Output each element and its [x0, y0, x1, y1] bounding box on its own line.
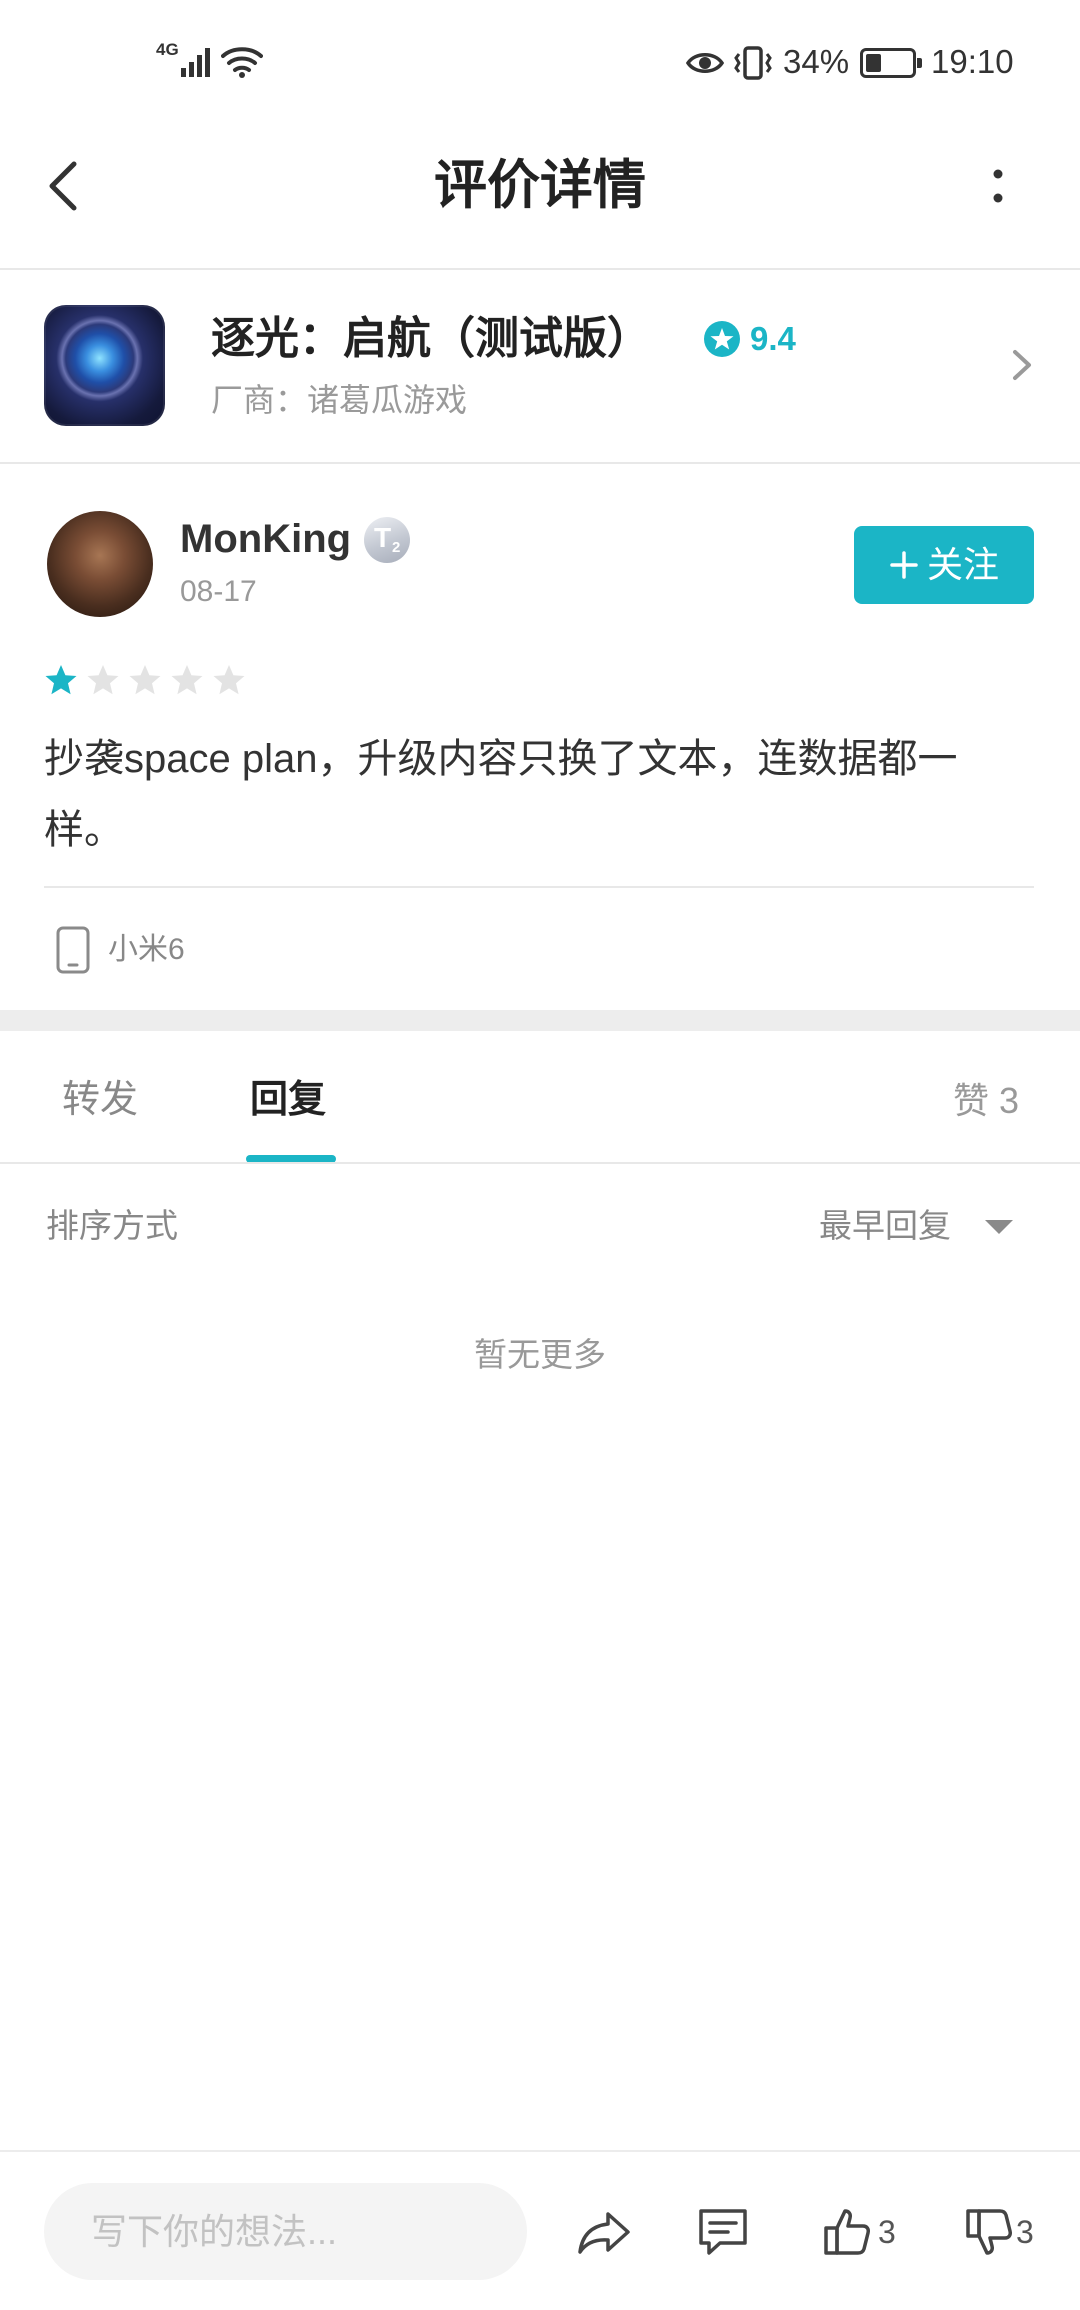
- section-separator: [0, 1010, 1080, 1031]
- avatar[interactable]: [47, 511, 153, 617]
- battery-icon: [860, 48, 922, 78]
- rating-star-filled-icon: [45, 665, 77, 695]
- app-name[interactable]: 逐光：启航（测试版）: [211, 312, 651, 366]
- likes-summary[interactable]: 赞 3: [953, 1080, 1019, 1122]
- rating-star-empty-icon: [171, 665, 203, 695]
- rating-star-empty-icon: [129, 665, 161, 695]
- clock: 19:10: [931, 43, 1014, 80]
- comment-icon[interactable]: [696, 2206, 750, 2258]
- follow-label: 关注: [926, 544, 999, 585]
- app-row-divider: [0, 462, 1080, 464]
- review-text: 抄袭space plan，升级内容只换了文本，连数据都一样。: [44, 737, 958, 852]
- app-vendor: 厂商：诸葛瓜游戏: [211, 382, 468, 418]
- app-rating: 9.4: [750, 320, 796, 357]
- review-divider: [44, 886, 1034, 888]
- sort-dropdown[interactable]: 最早回复: [819, 1206, 951, 1246]
- thumbs-down-icon[interactable]: [964, 2206, 1014, 2258]
- comment-input[interactable]: [44, 2183, 527, 2280]
- battery-fill: [866, 54, 881, 72]
- rating-star-empty-icon: [213, 665, 245, 695]
- level-badge-icon: T 2: [364, 517, 410, 563]
- tabs-divider: [0, 1162, 1080, 1164]
- rating-star-empty-icon: [87, 665, 119, 695]
- vibrate-icon: [734, 46, 772, 80]
- app-icon[interactable]: [44, 305, 165, 426]
- like-count: 3: [878, 2214, 896, 2250]
- plus-icon: [890, 551, 918, 579]
- tab-forward[interactable]: 转发: [62, 1078, 138, 1122]
- status-bar: 4G 34% 19:10: [0, 0, 1080, 125]
- likes-label: 赞: [952, 1080, 989, 1121]
- empty-message: 暂无更多: [474, 1336, 606, 1373]
- review-stars: [44, 663, 246, 697]
- chevron-right-icon[interactable]: [1010, 347, 1034, 383]
- tab-reply[interactable]: 回复: [250, 1078, 326, 1122]
- eye-icon: [686, 53, 724, 73]
- signal-icon: [181, 48, 210, 77]
- battery-nub: [917, 58, 922, 68]
- dislike-count: 3: [1016, 2214, 1034, 2250]
- star-glyph: [710, 328, 734, 350]
- badge-letter: T: [374, 522, 392, 553]
- sort-label: 排序方式: [46, 1207, 178, 1244]
- caret-down-icon[interactable]: [984, 1219, 1014, 1235]
- share-icon[interactable]: [576, 2208, 632, 2256]
- network-type-label: 4G: [156, 40, 179, 59]
- page-title: 评价详情: [434, 156, 646, 215]
- user-name[interactable]: MonKing: [180, 514, 351, 564]
- device-name: 小米6: [108, 933, 185, 966]
- rating-star-icon: [704, 321, 740, 357]
- phone-icon: [56, 926, 90, 974]
- bottom-bar-divider: [0, 2150, 1080, 2152]
- likes-count: 3: [998, 1080, 1019, 1121]
- battery-percent: 34%: [783, 43, 850, 80]
- follow-button[interactable]: 关注: [854, 526, 1034, 604]
- wifi-icon: [221, 47, 263, 78]
- badge-level: 2: [392, 539, 401, 556]
- thumbs-up-icon[interactable]: [822, 2206, 872, 2258]
- review-date: 08-17: [180, 575, 257, 608]
